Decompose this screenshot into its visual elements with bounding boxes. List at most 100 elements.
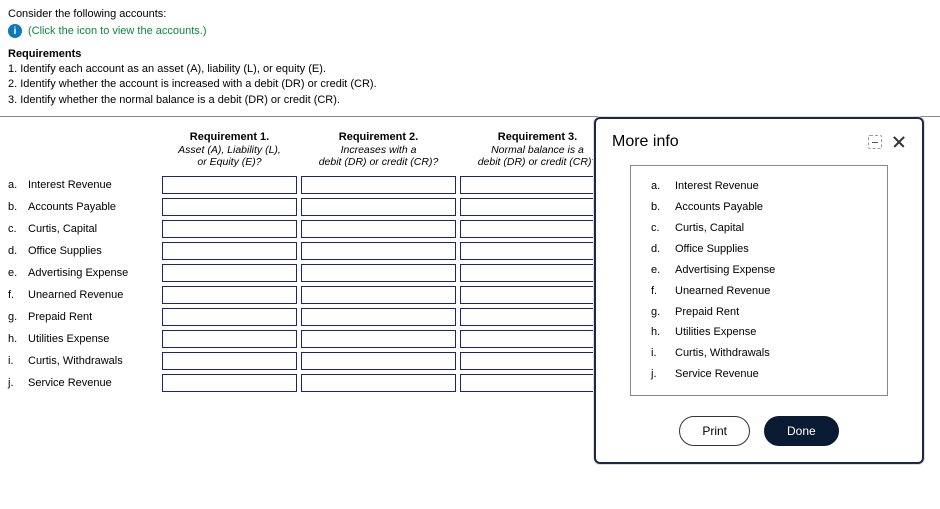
modal-title: More info	[612, 133, 679, 151]
col1-sub1: Asset (A), Liability (L),	[162, 144, 297, 156]
table-row: e.Advertising Expense	[6, 262, 615, 284]
table-row: f. Unearned Revenue	[6, 284, 615, 306]
row-account-name: Accounts Payable	[28, 201, 158, 213]
req3-input[interactable]	[460, 286, 615, 304]
req2-input[interactable]	[301, 198, 456, 216]
item-letter: g.	[651, 302, 675, 323]
req3-input[interactable]	[460, 242, 615, 260]
row-letter: d.	[6, 245, 24, 257]
req3-input[interactable]	[460, 374, 615, 392]
intro-text: Consider the following accounts:	[8, 8, 932, 20]
item-letter: f.	[651, 281, 675, 302]
req3-input[interactable]	[460, 264, 615, 282]
item-name: Curtis, Withdrawals	[675, 343, 867, 364]
row-letter: e.	[6, 267, 24, 279]
list-item: g.Prepaid Rent	[651, 302, 867, 323]
item-letter: e.	[651, 260, 675, 281]
req1-input[interactable]	[162, 264, 297, 282]
req2-input[interactable]	[301, 308, 456, 326]
print-button[interactable]: Print	[679, 416, 750, 446]
item-name: Curtis, Capital	[675, 218, 867, 239]
req2-input[interactable]	[301, 286, 456, 304]
accounts-link-row: i (Click the icon to view the accounts.)	[8, 24, 932, 38]
req1-input[interactable]	[162, 176, 297, 194]
col2-title: Requirement 2.	[301, 131, 456, 144]
done-button[interactable]: Done	[764, 416, 839, 446]
main-area: Requirement 1. Requirement 2. Requiremen…	[0, 117, 940, 394]
row-account-name: Prepaid Rent	[28, 311, 158, 323]
col2-sub2: debit (DR) or credit (CR)?	[301, 156, 456, 174]
list-item: f.Unearned Revenue	[651, 281, 867, 302]
info-icon[interactable]: i	[8, 24, 22, 38]
col1-title: Requirement 1.	[162, 131, 297, 144]
row-account-name: Curtis, Capital	[28, 223, 158, 235]
req2-input[interactable]	[301, 264, 456, 282]
list-item: j.Service Revenue	[651, 364, 867, 385]
req3-input[interactable]	[460, 330, 615, 348]
table-row: a. Interest Revenue	[6, 174, 615, 196]
req1-input[interactable]	[162, 198, 297, 216]
req2-input[interactable]	[301, 330, 456, 348]
col3-sub1: Normal balance is a	[460, 144, 615, 156]
req1-input[interactable]	[162, 330, 297, 348]
req2-input[interactable]	[301, 176, 456, 194]
req1-input[interactable]	[162, 352, 297, 370]
more-info-modal: More info a.Interest Revenueb.Accounts P…	[594, 117, 924, 464]
row-letter: c.	[6, 223, 24, 235]
req3-input[interactable]	[460, 176, 615, 194]
req2-input[interactable]	[301, 374, 456, 392]
table-row: c. Curtis, Capital	[6, 218, 615, 240]
row-account-name: Interest Revenue	[28, 179, 158, 191]
requirement-2: 2. Identify whether the account is incre…	[8, 77, 932, 92]
requirement-1: 1. Identify each account as an asset (A)…	[8, 62, 932, 77]
req1-input[interactable]	[162, 374, 297, 392]
item-name: Service Revenue	[675, 364, 867, 385]
item-name: Utilities Expense	[675, 322, 867, 343]
requirements-title: Requirements	[8, 48, 932, 60]
list-item: i.Curtis, Withdrawals	[651, 343, 867, 364]
row-account-name: Unearned Revenue	[28, 289, 158, 301]
list-item: a.Interest Revenue	[651, 176, 867, 197]
req1-input[interactable]	[162, 220, 297, 238]
item-name: Prepaid Rent	[675, 302, 867, 323]
close-icon[interactable]	[892, 135, 906, 149]
answer-table: Requirement 1. Requirement 2. Requiremen…	[6, 131, 615, 394]
col2-sub1: Increases with a	[301, 144, 456, 156]
item-letter: j.	[651, 364, 675, 385]
req3-input[interactable]	[460, 220, 615, 238]
view-accounts-link[interactable]: (Click the icon to view the accounts.)	[28, 25, 207, 37]
req2-input[interactable]	[301, 352, 456, 370]
item-name: Unearned Revenue	[675, 281, 867, 302]
req1-input[interactable]	[162, 242, 297, 260]
table-row: g. Prepaid Rent	[6, 306, 615, 328]
req3-input[interactable]	[460, 352, 615, 370]
row-letter: a.	[6, 179, 24, 191]
row-letter: f.	[6, 289, 24, 301]
list-item: h.Utilities Expense	[651, 322, 867, 343]
row-account-name: Office Supplies	[28, 245, 158, 257]
item-letter: b.	[651, 197, 675, 218]
req2-input[interactable]	[301, 242, 456, 260]
item-letter: h.	[651, 322, 675, 343]
req3-input[interactable]	[460, 198, 615, 216]
table-row: h.Utilities Expense	[6, 328, 615, 350]
req3-input[interactable]	[460, 308, 615, 326]
item-name: Accounts Payable	[675, 197, 867, 218]
row-letter: h.	[6, 333, 24, 345]
requirements-list: 1. Identify each account as an asset (A)…	[8, 62, 932, 108]
item-letter: i.	[651, 343, 675, 364]
col3-sub2: debit (DR) or credit (CR)?	[460, 156, 615, 174]
req1-input[interactable]	[162, 286, 297, 304]
table-row: b.Accounts Payable	[6, 196, 615, 218]
item-name: Interest Revenue	[675, 176, 867, 197]
popout-icon[interactable]	[868, 135, 882, 149]
req1-input[interactable]	[162, 308, 297, 326]
req2-input[interactable]	[301, 220, 456, 238]
item-letter: a.	[651, 176, 675, 197]
list-item: c.Curtis, Capital	[651, 218, 867, 239]
row-letter: i.	[6, 355, 24, 367]
table-row: j.Service Revenue	[6, 372, 615, 394]
table-row: d. Office Supplies	[6, 240, 615, 262]
row-letter: g.	[6, 311, 24, 323]
list-item: d.Office Supplies	[651, 239, 867, 260]
